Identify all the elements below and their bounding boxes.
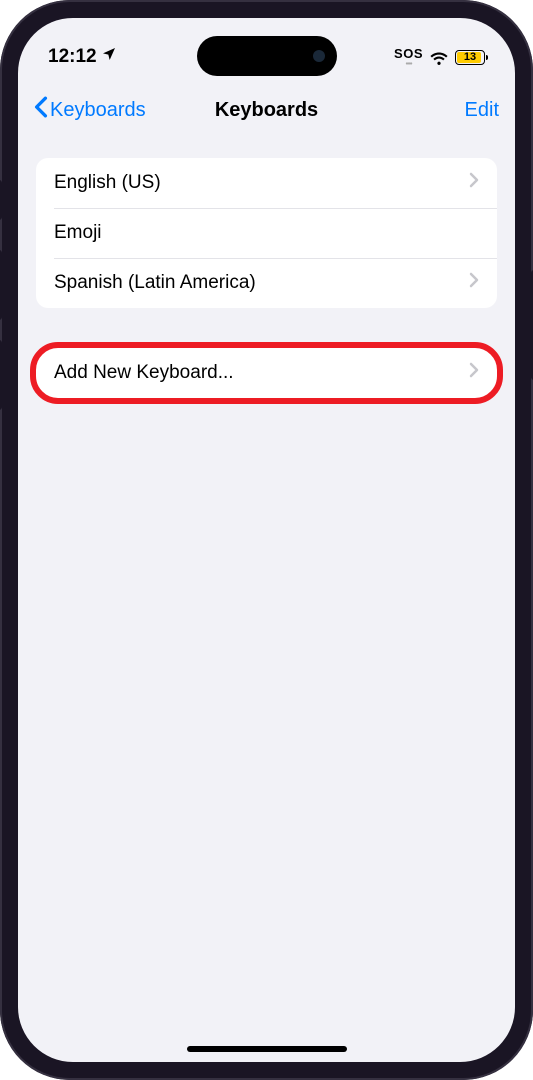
back-label: Keyboards bbox=[50, 99, 146, 122]
edit-button[interactable]: Edit bbox=[465, 99, 499, 122]
sos-label: SOS bbox=[394, 47, 423, 60]
battery-level: 13 bbox=[464, 51, 476, 63]
add-keyboard-group: Add New Keyboard... bbox=[36, 348, 497, 398]
add-new-keyboard-button[interactable]: Add New Keyboard... bbox=[36, 348, 497, 398]
keyboard-item-emoji[interactable]: Emoji bbox=[36, 208, 497, 258]
chevron-left-icon bbox=[34, 96, 48, 124]
chevron-right-icon bbox=[469, 172, 479, 194]
signal-dots-icon: •••• bbox=[406, 62, 412, 68]
camera-dot bbox=[313, 50, 325, 62]
content: English (US) Emoji Spanish (Latin Americ… bbox=[18, 138, 515, 418]
list-item-label: Spanish (Latin America) bbox=[54, 272, 256, 294]
add-keyboard-label: Add New Keyboard... bbox=[54, 362, 234, 384]
side-button bbox=[0, 180, 2, 220]
chevron-right-icon bbox=[469, 362, 479, 384]
list-item-label: Emoji bbox=[54, 222, 102, 244]
wifi-icon bbox=[429, 50, 449, 65]
keyboards-list: English (US) Emoji Spanish (Latin Americ… bbox=[36, 158, 497, 308]
nav-bar: Keyboards Keyboards Edit bbox=[18, 82, 515, 138]
side-button bbox=[0, 340, 2, 410]
back-button[interactable]: Keyboards bbox=[34, 96, 146, 124]
page-title: Keyboards bbox=[215, 99, 318, 122]
dynamic-island bbox=[197, 36, 337, 76]
keyboard-item-spanish[interactable]: Spanish (Latin America) bbox=[36, 258, 497, 308]
chevron-right-icon bbox=[469, 272, 479, 294]
status-time: 12:12 bbox=[48, 46, 97, 68]
device-frame: 12:12 SOS •••• bbox=[0, 0, 533, 1080]
keyboard-item-english[interactable]: English (US) bbox=[36, 158, 497, 208]
list-item-label: English (US) bbox=[54, 172, 161, 194]
home-indicator[interactable] bbox=[187, 1046, 347, 1052]
location-arrow-icon bbox=[101, 46, 117, 68]
status-left: 12:12 bbox=[48, 46, 117, 68]
side-button bbox=[0, 250, 2, 320]
status-right: SOS •••• 13 bbox=[394, 47, 485, 68]
sos-indicator: SOS •••• bbox=[394, 47, 423, 68]
battery-icon: 13 bbox=[455, 50, 485, 65]
screen: 12:12 SOS •••• bbox=[18, 18, 515, 1062]
